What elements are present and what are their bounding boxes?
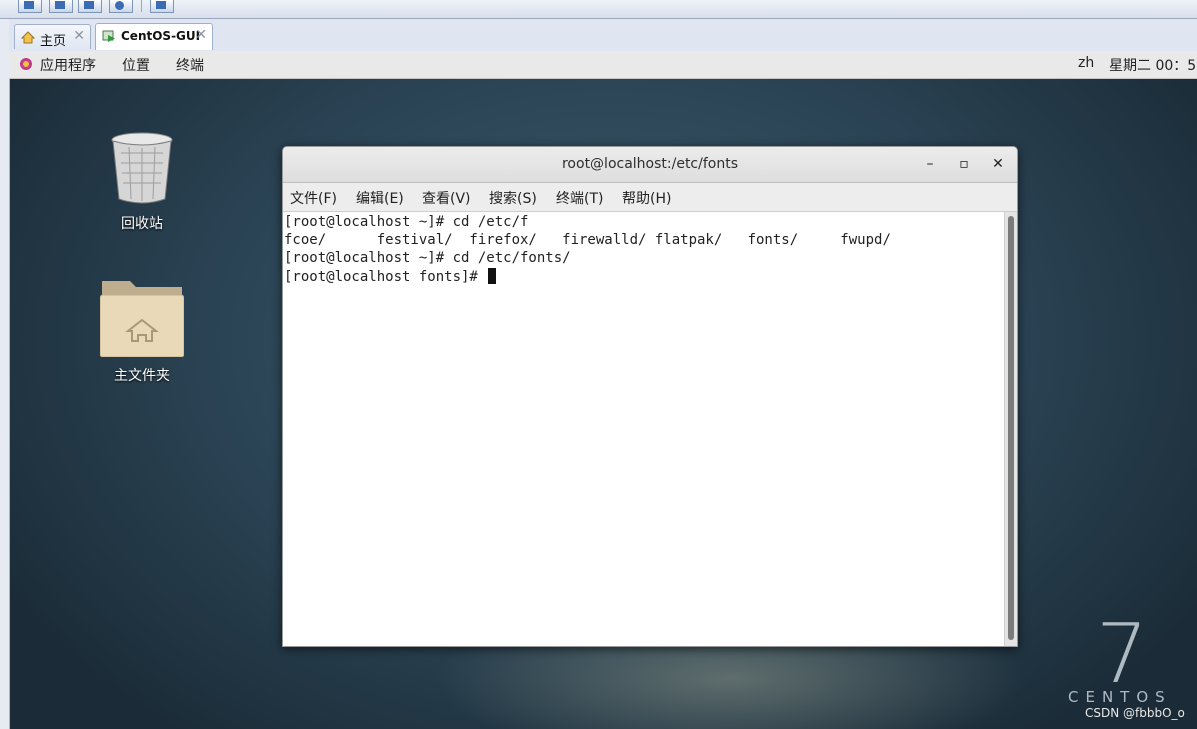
- toolbar-button-info[interactable]: [109, 0, 133, 13]
- menu-file[interactable]: 文件(F): [290, 188, 337, 208]
- toolbar-button-2[interactable]: [49, 0, 73, 13]
- vm-play-icon: [102, 30, 115, 42]
- vm-host-toolbar: [0, 0, 1197, 19]
- tab-home-label: 主页: [40, 34, 67, 49]
- input-language-indicator[interactable]: zh: [1078, 55, 1094, 71]
- menu-help[interactable]: 帮助(H): [622, 188, 671, 208]
- trash-desktop-icon[interactable]: 回收站: [92, 131, 192, 233]
- menu-edit[interactable]: 编辑(E): [356, 188, 404, 208]
- trash-icon: [111, 132, 173, 204]
- toolbar-separator: [141, 0, 142, 12]
- tab-home[interactable]: 主页 ✕: [14, 24, 91, 49]
- terminal-app-menu[interactable]: 终端: [176, 55, 204, 75]
- tab-centos-gui[interactable]: CentOS-GUI ✕: [95, 23, 213, 50]
- terminal-title: root@localhost:/etc/fonts: [561, 156, 738, 172]
- gnome-top-bar: 应用程序 位置 终端 zh 星期二 00：5: [9, 51, 1197, 79]
- trash-label: 回收站: [121, 216, 163, 232]
- toolbar-button-fullscreen[interactable]: [150, 0, 174, 13]
- info-icon: [115, 1, 124, 10]
- home-folder-desktop-icon[interactable]: 主文件夹: [92, 275, 192, 385]
- places-menu[interactable]: 位置: [122, 55, 150, 75]
- toolbar-button-3[interactable]: [78, 0, 102, 13]
- terminal-prompt: [root@localhost fonts]#: [284, 269, 487, 285]
- terminal-line-3: [root@localhost ~]# cd /etc/fonts/: [284, 250, 571, 266]
- terminal-output[interactable]: [root@localhost ~]# cd /etc/f fcoe/ fest…: [283, 212, 1003, 646]
- terminal-menubar: 文件(F) 编辑(E) 查看(V) 搜索(S) 终端(T) 帮助(H): [283, 183, 1017, 212]
- tab-centos-gui-close-icon[interactable]: ✕: [195, 27, 207, 43]
- tab-home-close-icon[interactable]: ✕: [73, 28, 85, 44]
- maximize-button[interactable]: ▫: [954, 154, 974, 174]
- terminal-scrollbar[interactable]: [1004, 212, 1017, 646]
- restore-icon: [55, 1, 65, 9]
- terminal-prompt-line: [root@localhost fonts]#: [284, 268, 497, 285]
- host-left-strip: [0, 19, 10, 729]
- terminal-line-1: [root@localhost ~]# cd /etc/f: [284, 214, 529, 230]
- tab-centos-gui-label: CentOS-GUI: [121, 29, 201, 43]
- terminal-line-2: fcoe/ festival/ firefox/ firewalld/ flat…: [284, 232, 891, 248]
- menu-view[interactable]: 查看(V): [422, 188, 471, 208]
- window-icon: [24, 1, 34, 9]
- terminal-cursor: [488, 268, 497, 284]
- csdn-watermark: CSDN @fbbbO_o: [1085, 706, 1185, 720]
- close-button[interactable]: ✕: [988, 154, 1008, 174]
- home-folder-label: 主文件夹: [114, 368, 170, 384]
- home-folder-icon: [99, 281, 185, 358]
- minimize-button[interactable]: –: [920, 154, 940, 174]
- terminal-titlebar[interactable]: root@localhost:/etc/fonts – ▫ ✕: [283, 147, 1017, 183]
- menu-terminal[interactable]: 终端(T): [556, 188, 603, 208]
- terminal-scroll-thumb[interactable]: [1008, 216, 1014, 640]
- home-icon: [21, 31, 35, 44]
- applications-icon: [20, 58, 32, 70]
- clock[interactable]: 星期二 00：5: [1109, 55, 1196, 75]
- toolbar-button-1[interactable]: [18, 0, 42, 13]
- applications-menu[interactable]: 应用程序: [40, 55, 96, 75]
- printer-icon: [84, 1, 94, 9]
- vm-tab-bar: 主页 ✕ CentOS-GUI ✕: [9, 19, 1197, 51]
- menu-search[interactable]: 搜索(S): [489, 188, 537, 208]
- terminal-window[interactable]: root@localhost:/etc/fonts – ▫ ✕ 文件(F) 编辑…: [282, 146, 1018, 647]
- fullscreen-icon: [156, 1, 166, 9]
- centos-wordmark: CENTOS: [1068, 688, 1172, 706]
